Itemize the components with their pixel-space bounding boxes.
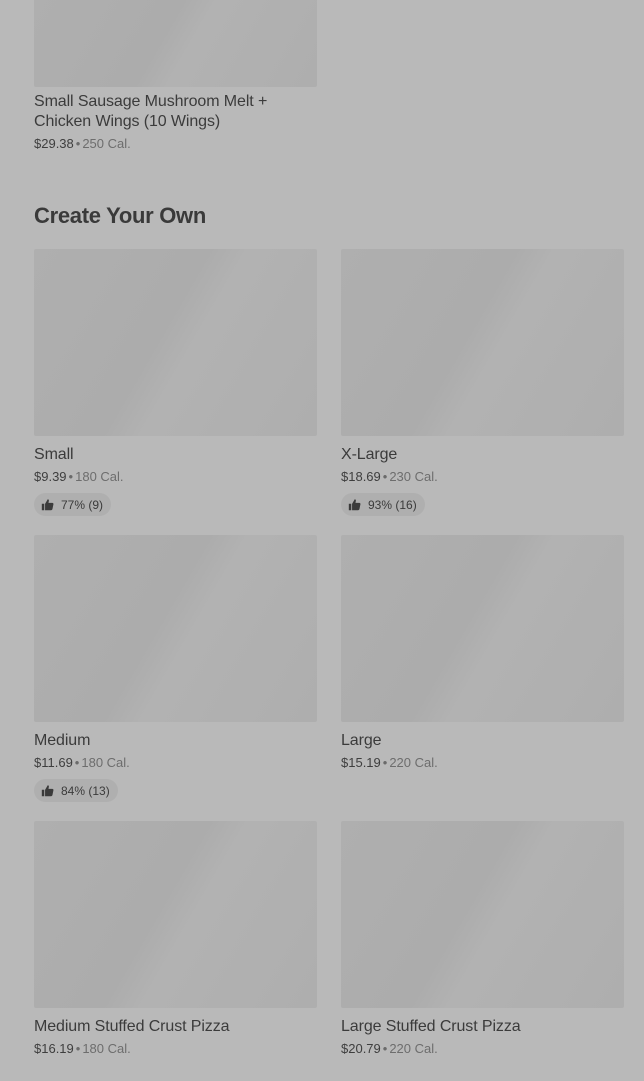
menu-item-calories: 230 Cal. — [389, 469, 438, 484]
thumbs-up-icon — [348, 499, 361, 511]
menu-item-card[interactable]: Medium Stuffed Crust Pizza $16.19 • 180 Ca… — [34, 821, 317, 1058]
menu-item-price: $29.38 — [34, 136, 74, 151]
menu-item-price: $18.69 — [341, 469, 381, 484]
thumbs-up-icon — [41, 785, 54, 797]
menu-item-card[interactable]: Large Stuffed Crust Pizza $20.79 • 220 Cal… — [341, 821, 624, 1058]
menu-item-card[interactable]: Small $9.39 • 180 Cal. 77% (9) — [34, 249, 317, 516]
menu-item-title: Small Sausage Mushroom Melt + Chicken Wi… — [34, 93, 268, 130]
menu-item-image[interactable] — [341, 535, 624, 722]
menu-item-title: Small — [34, 446, 74, 463]
rating-text: 93% (16) — [368, 497, 417, 512]
menu-item-title: Large — [341, 732, 382, 749]
menu-item-price: $16.19 — [34, 1041, 74, 1056]
menu-item-price: $11.69 — [34, 755, 73, 770]
rating-badge: 77% (9) — [34, 493, 112, 516]
menu-item-meta: $11.69 • 180 Cal. — [34, 754, 317, 772]
menu-item-price: $9.39 — [34, 469, 67, 484]
menu-item-title: X-Large — [341, 446, 398, 463]
rating-text: 84% (13) — [61, 783, 110, 798]
separator-dot: • — [68, 469, 74, 484]
section-title: Create Your Own — [34, 203, 206, 228]
menu-item-meta: $16.19 • 180 Cal. — [34, 1040, 317, 1058]
menu-item-card[interactable]: Medium $11.69 • 180 Cal. 84% (13) — [34, 535, 317, 802]
menu-item-card[interactable]: Large $15.19 • 220 Cal. — [341, 535, 624, 772]
menu-item-image[interactable] — [34, 821, 317, 1008]
menu-item-calories: 180 Cal. — [82, 1041, 131, 1056]
menu-item-calories: 180 Cal. — [75, 469, 124, 484]
menu-item-image[interactable] — [34, 249, 317, 436]
menu-item-meta: $18.69 • 230 Cal. — [341, 468, 624, 486]
rating-badge: 84% (13) — [34, 779, 118, 802]
menu-item-meta: $15.19 • 220 Cal. — [341, 754, 624, 772]
menu-page: Small Sausage Mushroom Melt + Chicken Wi… — [0, 0, 644, 1081]
menu-item-calories: 220 Cal. — [389, 755, 438, 770]
menu-item-price: $20.79 — [341, 1041, 381, 1056]
menu-item-calories: 180 Cal. — [81, 755, 130, 770]
menu-item-calories: 220 Cal. — [389, 1041, 438, 1056]
menu-item-image[interactable] — [34, 0, 317, 87]
menu-item-card[interactable]: Small Sausage Mushroom Melt + Chicken Wi… — [34, 0, 317, 153]
menu-item-title: Medium Stuffed Crust Pizza — [34, 1018, 230, 1035]
menu-item-image[interactable] — [341, 249, 624, 436]
rating-badge: 93% (16) — [341, 493, 425, 516]
menu-item-title: Medium — [34, 732, 91, 749]
menu-item-image[interactable] — [34, 535, 317, 722]
menu-item-price: $15.19 — [341, 755, 381, 770]
menu-item-meta: $29.38 • 250 Cal. — [34, 135, 317, 153]
menu-item-card[interactable]: X-Large $18.69 • 230 Cal. 93% (16) — [341, 249, 624, 516]
menu-item-meta: $9.39 • 180 Cal. — [34, 468, 317, 486]
rating-text: 77% (9) — [61, 497, 104, 512]
menu-item-image[interactable] — [341, 821, 624, 1008]
thumbs-up-icon — [41, 499, 54, 511]
menu-item-meta: $20.79 • 220 Cal. — [341, 1040, 624, 1058]
menu-item-calories: 250 Cal. — [82, 136, 131, 151]
menu-item-title: Large Stuffed Crust Pizza — [341, 1018, 521, 1035]
